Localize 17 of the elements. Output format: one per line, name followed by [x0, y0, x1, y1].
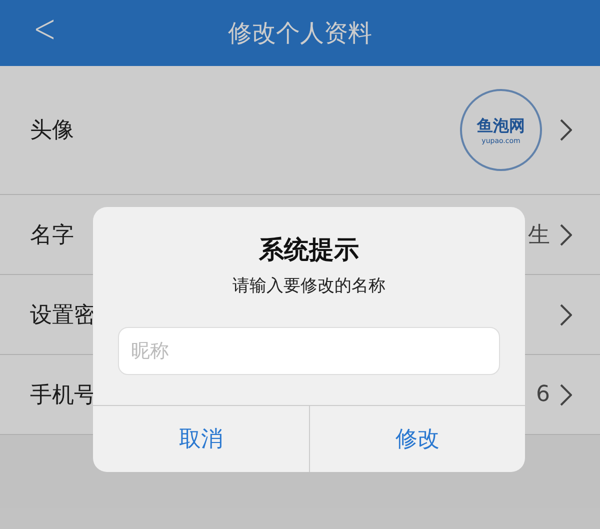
back-button[interactable]: <: [28, 6, 61, 52]
chevron-right-icon: [560, 224, 572, 246]
dialog-button[interactable]: 取消: [93, 406, 308, 472]
row-value: 6: [536, 382, 550, 407]
chevron-right-icon: [560, 384, 572, 406]
chevron-right-icon: [560, 119, 572, 141]
chevron-right-icon: [560, 304, 572, 326]
logo-name: 鱼泡网: [477, 116, 525, 136]
name-input-field[interactable]: 昵称: [118, 327, 500, 375]
row-label: 手机号: [30, 382, 96, 410]
dialog-message: 请输入要修改的名称: [232, 275, 386, 297]
row-value: 生: [528, 222, 550, 250]
page-title: 修改个人资料: [228, 18, 372, 49]
dialog-title: 系统提示: [259, 234, 359, 266]
row-label: 名字: [30, 222, 74, 250]
row-label: 头像: [30, 117, 74, 145]
dialog-button[interactable]: 修改: [308, 406, 525, 472]
